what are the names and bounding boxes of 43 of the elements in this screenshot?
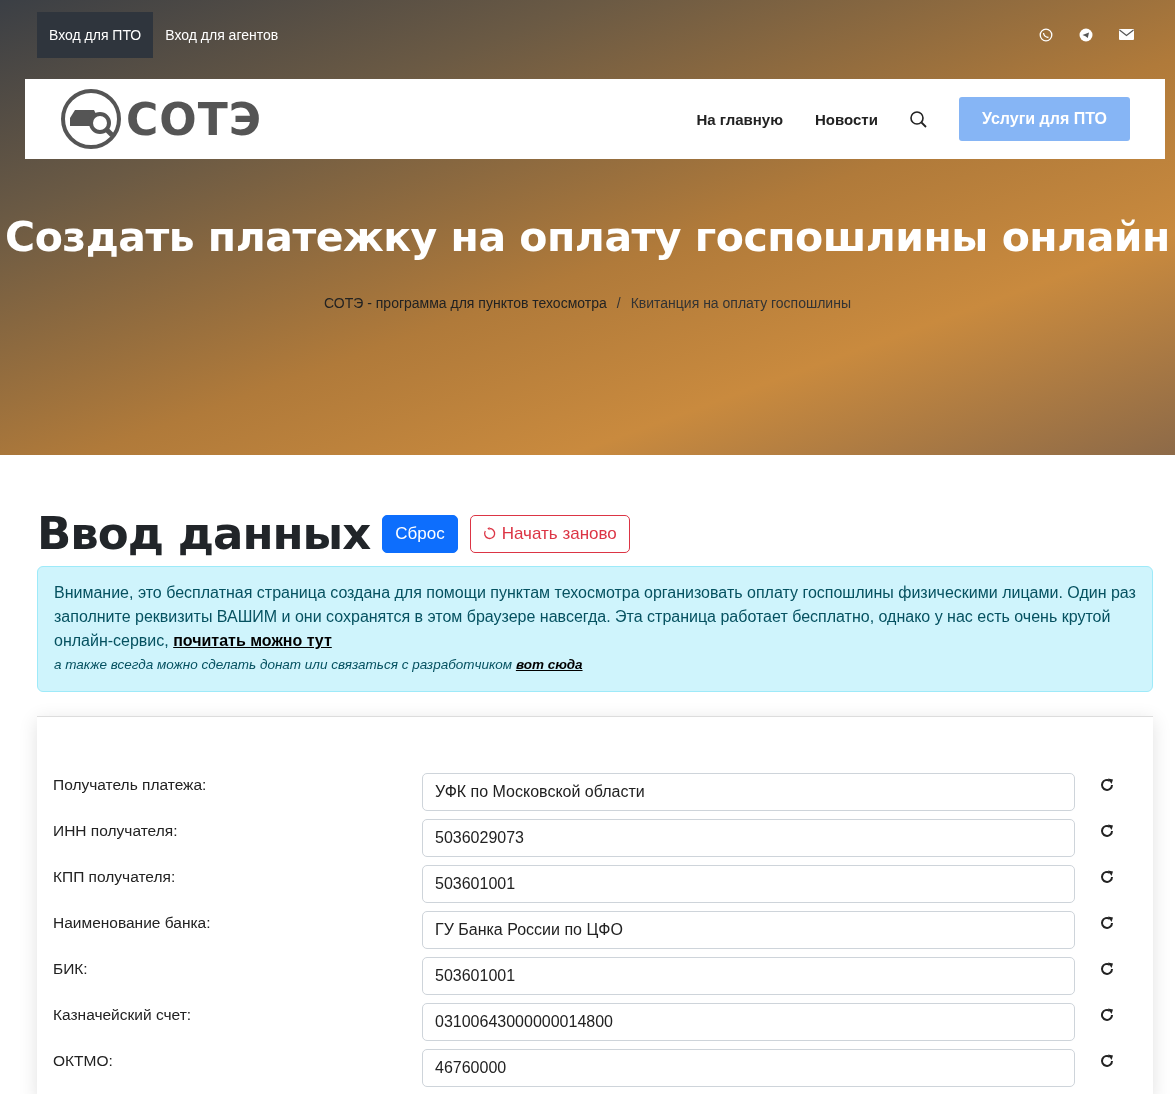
input-field[interactable]: 5036029073 bbox=[422, 819, 1075, 857]
read-more-link[interactable]: почитать можно тут bbox=[173, 632, 332, 649]
restart-button[interactable]: Начать заново bbox=[469, 514, 630, 553]
top-link[interactable]: Вход для ПТО bbox=[37, 11, 154, 58]
field-label: БИК: bbox=[53, 959, 89, 978]
contact-link[interactable]: вот сюда bbox=[515, 657, 583, 672]
reload-icon[interactable] bbox=[1100, 1054, 1114, 1068]
reload-icon[interactable] bbox=[1100, 916, 1114, 930]
input-field[interactable]: 503601001 bbox=[422, 957, 1075, 995]
field-label: ОКТМО: bbox=[53, 1051, 114, 1070]
field-label: Наименование банка: bbox=[53, 913, 212, 932]
nav-link[interactable]: На главную bbox=[696, 110, 784, 128]
notice-note: а также всегда можно сделать донат или связаться с разработчиком вот сюда bbox=[54, 656, 584, 674]
page-title: Создать платежку на оплату госпошлины онлайн bbox=[4, 213, 1171, 261]
reset-button[interactable]: Сброс bbox=[382, 514, 458, 553]
field-label: ИНН получателя: bbox=[53, 821, 179, 840]
notice-text: Внимание, это бесплатная страница создана для помощи пунктам техосмотра организовать оплату госпошлины физическими лицами. Один раз заполните реквизиты ВАШИМ и они сохранятся в этом браузере навсегда. Эта страница работает бесплатно, однако у нас есть очень крутой онлайн-сервис, почитать можно тут bbox=[54, 583, 1136, 651]
field-label: Казначейский счет: bbox=[53, 1005, 193, 1024]
car-magnifier-logo-icon[interactable] bbox=[60, 88, 122, 150]
field-label: Получатель платежа: bbox=[53, 775, 208, 794]
reload-icon[interactable] bbox=[1100, 962, 1114, 976]
input-field[interactable]: ГУ Банка России по ЦФО bbox=[422, 911, 1075, 949]
reload-icon[interactable] bbox=[1100, 870, 1114, 884]
search-icon[interactable] bbox=[909, 110, 927, 128]
field-label: КПП получателя: bbox=[53, 867, 177, 886]
whatsapp-icon[interactable] bbox=[1039, 27, 1053, 42]
input-field[interactable]: 503601001 bbox=[422, 865, 1075, 903]
mail-icon[interactable] bbox=[1119, 29, 1134, 40]
input-field[interactable]: 46760000 bbox=[422, 1049, 1075, 1087]
breadcrumb-current: Квитанция на оплату госпошлины bbox=[630, 295, 851, 311]
section-heading: Ввод данных bbox=[37, 507, 371, 560]
reload-icon[interactable] bbox=[1100, 824, 1114, 838]
telegram-icon[interactable] bbox=[1079, 27, 1093, 42]
top-link[interactable]: Вход для агентов bbox=[153, 11, 291, 58]
input-field[interactable]: 03100643000000014800 bbox=[422, 1003, 1075, 1041]
input-field[interactable]: УФК по Московской области bbox=[422, 773, 1075, 811]
nav-link[interactable]: Новости bbox=[815, 110, 878, 128]
reload-icon[interactable] bbox=[1100, 1008, 1114, 1022]
logo-text[interactable]: СОТЭ bbox=[126, 93, 262, 145]
breadcrumb-link[interactable]: СОТЭ - программа для пунктов техосмотра bbox=[324, 295, 607, 311]
refresh-icon bbox=[482, 527, 496, 540]
breadcrumb-separator: / bbox=[616, 295, 621, 311]
reload-icon[interactable] bbox=[1100, 778, 1114, 792]
